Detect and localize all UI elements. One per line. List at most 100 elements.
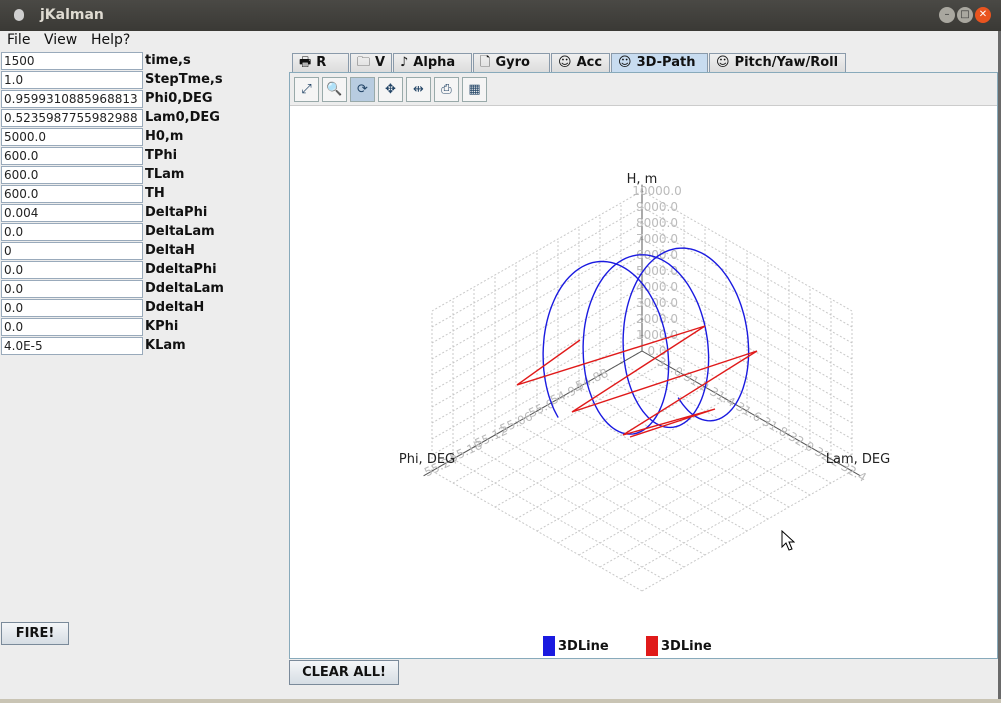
param-input[interactable] — [1, 223, 143, 241]
param-row: TH — [1, 185, 261, 203]
tab-label: Acc — [576, 55, 603, 70]
param-row: DeltaLam — [1, 223, 261, 241]
param-input[interactable] — [1, 318, 143, 336]
y-tick-label: 31.4 — [707, 384, 737, 409]
menu-help[interactable]: Help? — [91, 32, 130, 48]
minimize-button[interactable]: – — [939, 7, 955, 23]
param-label: DeltaH — [145, 243, 195, 258]
legend-label-blue: 3DLine — [558, 639, 609, 654]
y-tick-label: 31.8 — [760, 414, 790, 439]
tab-label: Alpha — [413, 55, 456, 70]
smiley-icon: ☺ — [618, 55, 632, 70]
param-label: Lam0,DEG — [145, 110, 220, 125]
rotate-icon[interactable]: ⟳ — [350, 77, 375, 102]
param-row: Phi0,DEG — [1, 90, 261, 108]
param-input[interactable] — [1, 71, 143, 89]
param-label: DeltaLam — [145, 224, 215, 239]
param-input[interactable] — [1, 185, 143, 203]
param-label: TLam — [145, 167, 185, 182]
maximize-button[interactable]: □ — [957, 7, 973, 23]
grid-icon[interactable]: ▦ — [462, 77, 487, 102]
z-tick-label: 1000.0 — [636, 328, 678, 342]
window-title: jKalman — [40, 7, 104, 23]
param-row: H0,m — [1, 128, 261, 146]
printer-icon: 🖶 — [299, 55, 312, 70]
param-label: TH — [145, 186, 165, 201]
smiley-icon: ☺ — [558, 55, 572, 70]
zoom-icon[interactable]: 🔍 — [322, 77, 347, 102]
series-red-line — [516, 325, 758, 438]
3d-path-chart[interactable]: 10000.09000.08000.07000.06000.05000.0400… — [290, 107, 997, 632]
tab-label: R — [316, 55, 327, 70]
translate-icon[interactable]: ⇹ — [406, 77, 431, 102]
param-row: time,s — [1, 52, 261, 70]
param-input[interactable] — [1, 299, 143, 317]
param-row: TLam — [1, 166, 261, 184]
param-input[interactable] — [1, 204, 143, 222]
tab-v[interactable]: 🗀 V — [350, 53, 392, 72]
z-tick-label: 8000.0 — [636, 216, 678, 230]
param-label: DeltaPhi — [145, 205, 208, 220]
desktop-strip — [0, 699, 1001, 703]
param-label: TPhi — [145, 148, 178, 163]
y-tick-label: 31.6 — [734, 399, 764, 424]
param-row: TPhi — [1, 147, 261, 165]
tab-r[interactable]: 🖶 R — [292, 53, 349, 72]
clear-all-button[interactable]: CLEAR ALL! — [289, 660, 399, 685]
tab-label: 3D-Path — [636, 55, 696, 70]
param-row: DdeltaLam — [1, 280, 261, 298]
fire-button[interactable]: FIRE! — [1, 622, 69, 645]
z-tick-label: 2000.0 — [636, 312, 678, 326]
param-input[interactable] — [1, 52, 143, 70]
param-input[interactable] — [1, 261, 143, 279]
param-row: StepTme,s — [1, 71, 261, 89]
zoom-reset-icon[interactable]: ⤢ — [294, 77, 319, 102]
smiley-icon: ☺ — [716, 55, 730, 70]
menu-view[interactable]: View — [44, 32, 77, 48]
menu-file[interactable]: File — [7, 32, 30, 48]
param-input[interactable] — [1, 90, 143, 108]
tab-label: Pitch/Yaw/Roll — [734, 55, 839, 70]
tab-gyro[interactable]: 🗋 Gyro — [473, 53, 550, 72]
param-input[interactable] — [1, 128, 143, 146]
title-bar: jKalman – □ ✕ — [0, 0, 1001, 31]
param-row: Lam0,DEG — [1, 109, 261, 127]
legend-swatch-red — [646, 636, 658, 656]
param-input[interactable] — [1, 147, 143, 165]
legend-swatch-blue — [543, 636, 555, 656]
window-menu-icon[interactable] — [14, 9, 24, 21]
param-row: DdeltaH — [1, 299, 261, 317]
export-icon[interactable]: ⎙ — [434, 77, 459, 102]
param-input[interactable] — [1, 337, 143, 355]
param-label: Phi0,DEG — [145, 91, 213, 106]
tab-3d-path[interactable]: ☺ 3D-Path — [611, 53, 708, 73]
param-input[interactable] — [1, 166, 143, 184]
mouse-cursor — [781, 530, 795, 551]
param-label: DdeltaH — [145, 300, 205, 315]
chart-toolbar: ⤢ 🔍 ⟳ ✥ ⇹ ⎙ ▦ — [290, 73, 997, 106]
param-row: KPhi — [1, 318, 261, 336]
x-axis-label: Phi, DEG — [399, 452, 455, 467]
param-row: DeltaH — [1, 242, 261, 260]
param-label: DdeltaLam — [145, 281, 224, 296]
param-label: DdeltaPhi — [145, 262, 217, 277]
close-button[interactable]: ✕ — [975, 7, 991, 23]
y-tick-label: 32.0 — [786, 429, 816, 454]
pan-icon[interactable]: ✥ — [378, 77, 403, 102]
param-row: DeltaPhi — [1, 204, 261, 222]
tab-alpha[interactable]: ♪ Alpha — [393, 53, 472, 72]
tab-pitch-yaw-roll[interactable]: ☺ Pitch/Yaw/Roll — [709, 53, 846, 72]
param-label: KPhi — [145, 319, 179, 334]
tab-label: Gyro — [495, 55, 530, 70]
z-axis-label: H, m — [627, 172, 658, 187]
param-row: DdeltaPhi — [1, 261, 261, 279]
tab-acc[interactable]: ☺ Acc — [551, 53, 610, 72]
param-input[interactable] — [1, 242, 143, 260]
y-axis-label: Lam, DEG — [826, 452, 890, 467]
music-note-icon: ♪ — [400, 55, 409, 70]
param-label: StepTme,s — [145, 72, 223, 87]
param-input[interactable] — [1, 109, 143, 127]
param-label: time,s — [145, 53, 191, 68]
param-input[interactable] — [1, 280, 143, 298]
folder-icon: 🗀 — [357, 55, 371, 70]
